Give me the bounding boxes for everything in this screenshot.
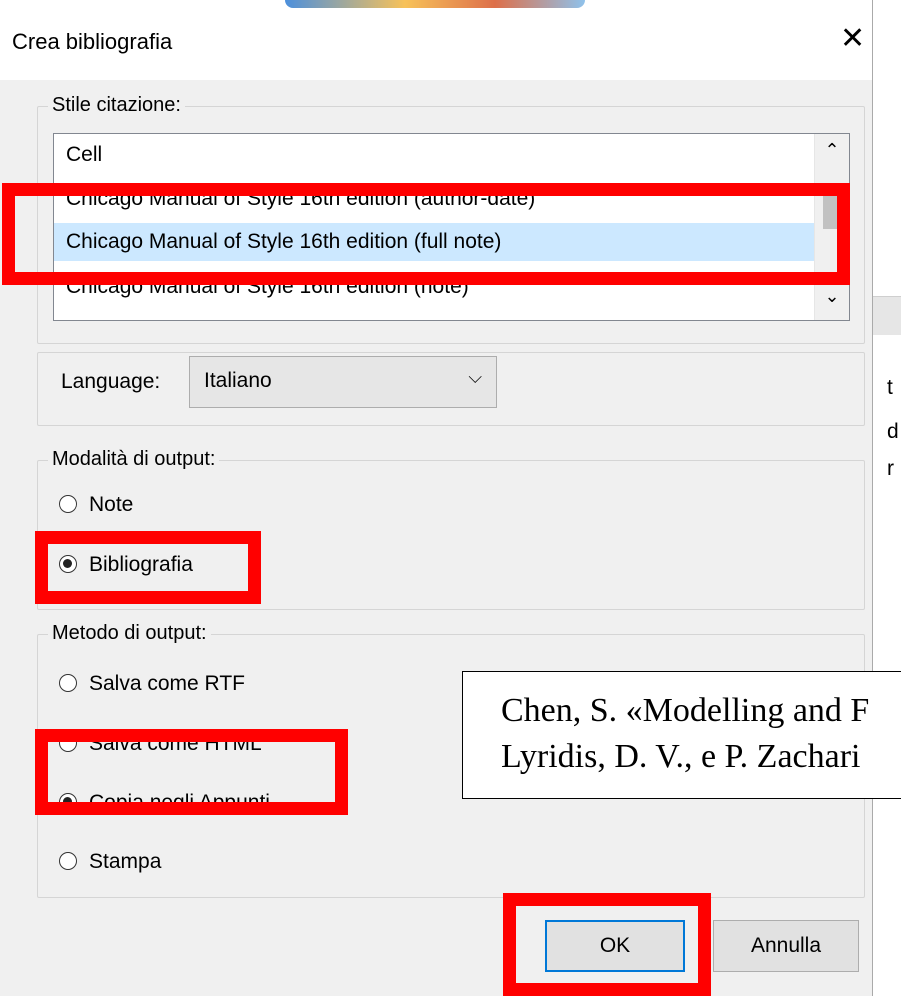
radio-unchecked-icon [59, 734, 77, 752]
title-bar: Crea bibliografia ✕ [0, 0, 872, 80]
dialog-title: Crea bibliografia [12, 29, 173, 54]
citation-style-listbox[interactable]: Cell Chicago Manual of Style 16th editio… [53, 133, 850, 321]
radio-label: Bibliografia [89, 553, 193, 576]
radio-print[interactable]: Stampa [57, 845, 161, 879]
citation-style-item[interactable]: Chicago Manual of Style 16th edition (no… [54, 268, 826, 306]
chevron-down-icon: ⌵ [468, 367, 482, 387]
radio-label: Stampa [89, 850, 162, 873]
language-select[interactable]: Italiano ⌵ [189, 356, 497, 408]
scroll-up-arrow-icon[interactable]: ⌃ [815, 140, 849, 161]
citation-style-item[interactable]: Cell [54, 136, 826, 174]
background-text-fragment: d [887, 420, 899, 443]
create-bibliography-dialog: Crea bibliografia ✕ Stile citazione: Cel… [0, 0, 873, 996]
radio-save-rtf[interactable]: Salva come RTF [57, 667, 245, 701]
background-window: t d r [872, 0, 901, 996]
output-mode-group [37, 460, 865, 610]
radio-checked-icon [59, 793, 77, 811]
radio-unchecked-icon [59, 852, 77, 870]
radio-label: Note [89, 493, 134, 516]
scrollbar-thumb[interactable] [823, 191, 841, 229]
radio-save-html[interactable]: Salva come HTML [57, 727, 262, 761]
radio-note[interactable]: Note [57, 488, 133, 522]
preview-line: Lyridis, D. V., e P. Zachari [501, 738, 861, 775]
citation-style-item[interactable]: Chicago Manual of Style 16th edition (au… [54, 180, 826, 218]
language-selected-value: Italiano [204, 369, 272, 392]
scroll-down-arrow-icon[interactable]: ⌄ [815, 286, 849, 307]
radio-label: Salva come HTML [89, 732, 262, 755]
citation-style-legend: Stile citazione: [48, 94, 185, 117]
radio-label: Salva come RTF [89, 672, 245, 695]
radio-bibliography[interactable]: Bibliografia [57, 548, 193, 582]
background-text-fragment: t [887, 376, 893, 399]
listbox-scrollbar[interactable]: ⌃ ⌄ [814, 134, 849, 320]
radio-checked-icon [59, 555, 77, 573]
ok-button[interactable]: OK [545, 920, 685, 972]
preview-line: Chen, S. «Modelling and F [501, 692, 870, 729]
radio-copy-clipboard[interactable]: Copia negli Appunti [57, 786, 270, 820]
title-bar-decoration [285, 0, 585, 8]
language-label: Language: [61, 370, 161, 393]
radio-unchecked-icon [59, 674, 77, 692]
citation-style-item-selected[interactable]: Chicago Manual of Style 16th edition (fu… [54, 223, 826, 261]
output-mode-legend: Modalità di output: [48, 448, 220, 471]
background-text-fragment: r [887, 457, 894, 480]
bibliography-preview: Chen, S. «Modelling and F Lyridis, D. V.… [462, 671, 901, 799]
close-icon[interactable]: ✕ [840, 22, 865, 56]
background-toolbar-strip [873, 296, 901, 335]
radio-unchecked-icon [59, 495, 77, 513]
cancel-button[interactable]: Annulla [713, 920, 859, 972]
output-method-legend: Metodo di output: [48, 622, 211, 645]
radio-label: Copia negli Appunti [89, 791, 270, 814]
